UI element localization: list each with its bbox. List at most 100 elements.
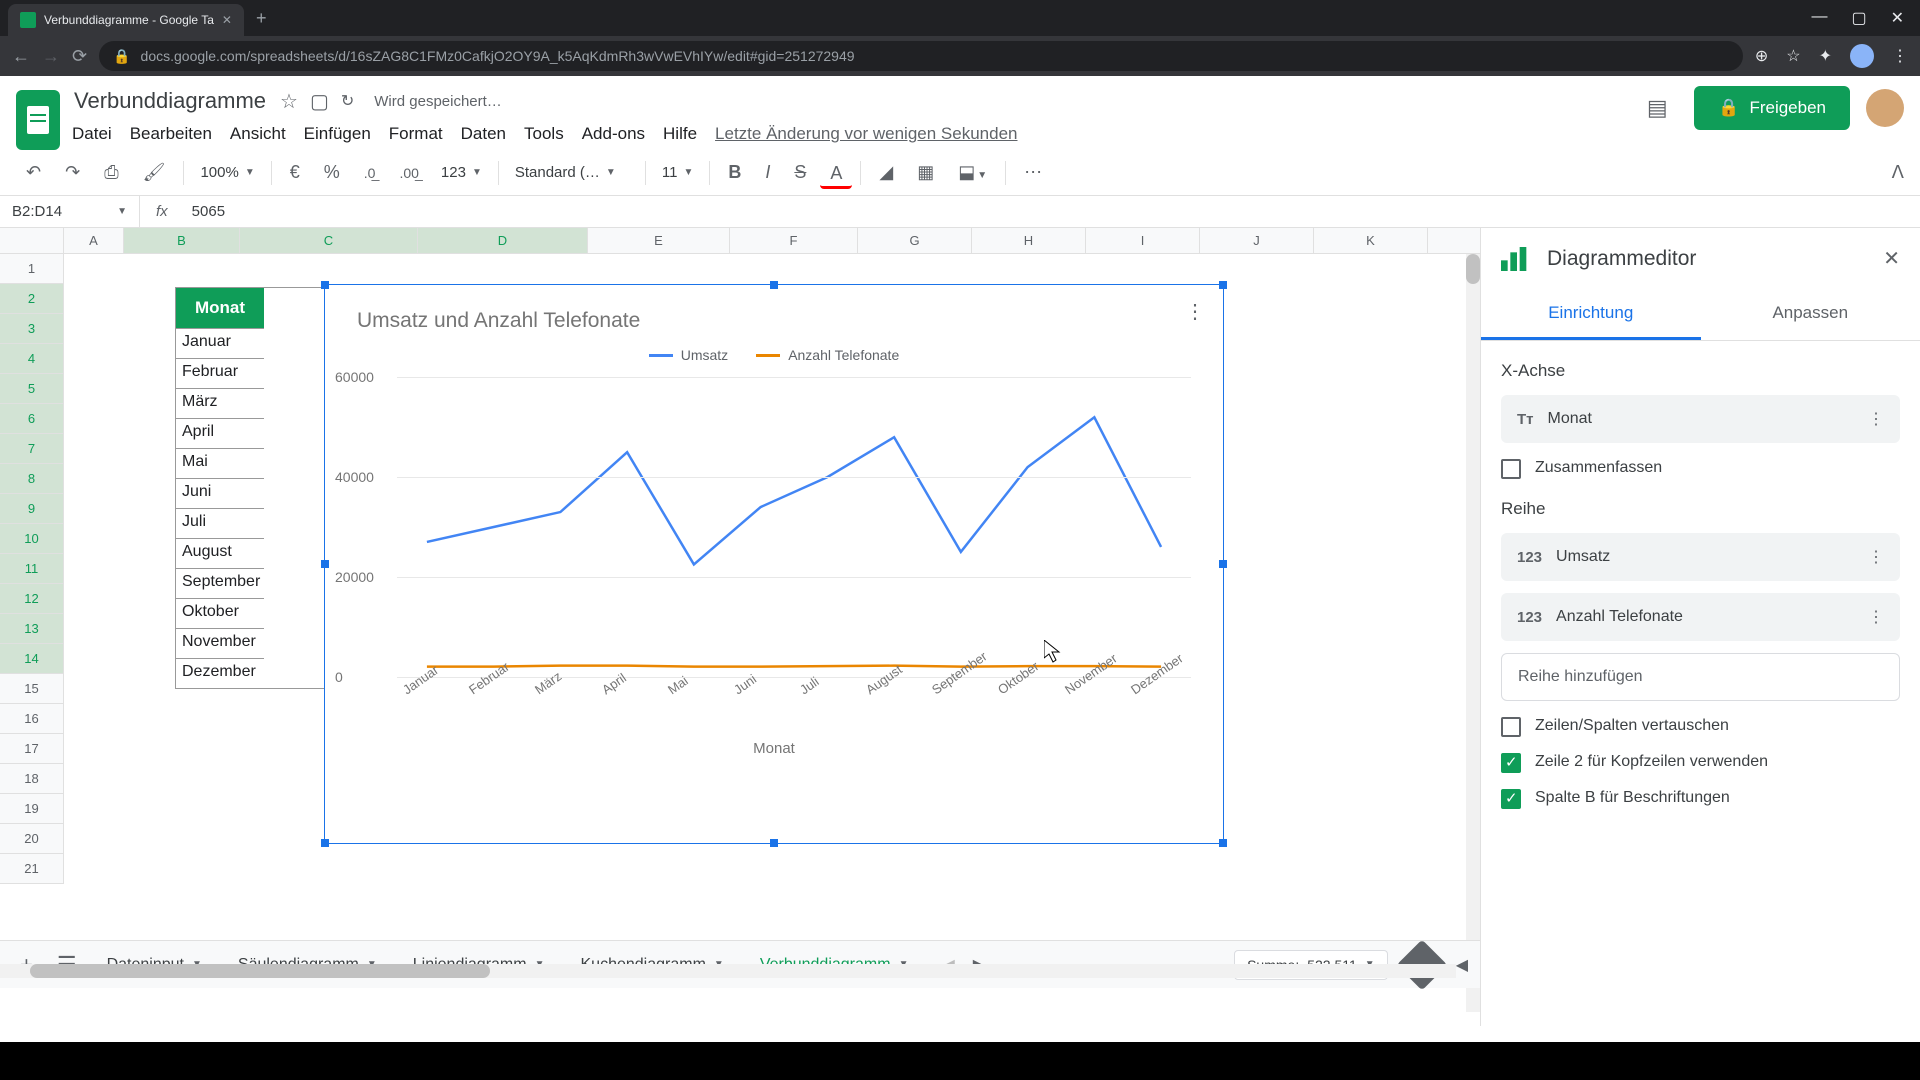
fontsize-select[interactable]: 11▼ [654, 160, 701, 185]
field-menu-icon[interactable]: ⋮ [1868, 547, 1884, 567]
checkbox-checked-icon[interactable] [1501, 789, 1521, 809]
table-cell[interactable]: November [176, 628, 264, 658]
row-header[interactable]: 13 [0, 614, 64, 644]
comments-button[interactable]: ▤ [1636, 87, 1678, 129]
redo-button[interactable]: ↷ [55, 156, 90, 189]
checkbox-icon[interactable] [1501, 717, 1521, 737]
resize-handle[interactable] [321, 839, 329, 847]
tab-customize[interactable]: Anpassen [1701, 289, 1920, 340]
last-edit-link[interactable]: Letzte Änderung vor wenigen Sekunden [715, 124, 1017, 144]
star-icon[interactable]: ☆ [280, 89, 298, 114]
table-cell[interactable]: August [176, 538, 264, 568]
print-button[interactable]: ⎙ [94, 156, 128, 189]
row-header[interactable]: 16 [0, 704, 64, 734]
font-select[interactable]: Standard (…▼ [507, 160, 637, 185]
column-header[interactable]: B [124, 228, 240, 253]
extensions-icon[interactable]: ✦ [1819, 46, 1832, 66]
browser-tab[interactable]: Verbunddiagramme - Google Ta ✕ [8, 4, 244, 36]
row-header[interactable]: 15 [0, 674, 64, 704]
row-header[interactable]: 19 [0, 794, 64, 824]
row-header[interactable]: 8 [0, 464, 64, 494]
spreadsheet-area[interactable]: ABCDEFGHIJK 1234567891011121314151617181… [0, 228, 1480, 1026]
forward-icon[interactable]: → [42, 46, 60, 67]
close-window-icon[interactable]: ✕ [1891, 8, 1904, 28]
add-series-button[interactable]: Reihe hinzufügen [1501, 653, 1900, 701]
back-icon[interactable]: ← [12, 46, 30, 67]
column-header[interactable]: H [972, 228, 1086, 253]
name-box[interactable]: B2:D14▼ [0, 196, 140, 227]
row-header[interactable]: 12 [0, 584, 64, 614]
vertical-scrollbar[interactable] [1466, 254, 1480, 1012]
select-all-corner[interactable] [0, 228, 64, 253]
row-header[interactable]: 1 [0, 254, 64, 284]
series-field-telefonate[interactable]: 123 Anzahl Telefonate ⋮ [1501, 593, 1900, 641]
grid-body[interactable]: Monat JanuarFebruarMärzAprilMaiJuniJuliA… [64, 254, 1480, 1026]
strikethrough-button[interactable]: S [784, 156, 816, 189]
menu-edit[interactable]: Bearbeiten [130, 124, 212, 144]
chart-menu-icon[interactable]: ⋮ [1185, 299, 1205, 324]
close-editor-icon[interactable]: ✕ [1883, 246, 1900, 271]
row-header[interactable]: 14 [0, 644, 64, 674]
column-header[interactable]: J [1200, 228, 1314, 253]
move-icon[interactable]: ▢ [310, 89, 329, 114]
row-header[interactable]: 21 [0, 854, 64, 884]
chart-object[interactable]: ⋮ Umsatz und Anzahl Telefonate Umsatz An… [324, 284, 1224, 844]
row-header[interactable]: 20 [0, 824, 64, 854]
column-header[interactable]: E [588, 228, 730, 253]
sheets-logo[interactable] [16, 90, 60, 150]
bold-button[interactable]: B [718, 156, 751, 189]
table-cell[interactable]: September [176, 568, 264, 598]
borders-button[interactable]: ▦ [907, 156, 944, 189]
row-header[interactable]: 5 [0, 374, 64, 404]
close-tab-icon[interactable]: ✕ [222, 13, 232, 27]
bookmark-icon[interactable]: ☆ [1786, 46, 1800, 66]
sidepanel-toggle-icon[interactable]: ◀ [1456, 955, 1468, 975]
zoom-icon[interactable]: ⊕ [1755, 46, 1768, 66]
menu-format[interactable]: Format [389, 124, 443, 144]
row-header[interactable]: 3 [0, 314, 64, 344]
aggregate-checkbox-row[interactable]: Zusammenfassen [1501, 459, 1900, 479]
horizontal-scrollbar[interactable] [0, 964, 1456, 978]
row-header[interactable]: 18 [0, 764, 64, 794]
series-field-umsatz[interactable]: 123 Umsatz ⋮ [1501, 533, 1900, 581]
row-header[interactable]: 4 [0, 344, 64, 374]
collapse-toolbar-button[interactable]: ᐱ [1892, 162, 1904, 183]
table-cell[interactable]: Dezember [176, 658, 264, 688]
resize-handle[interactable] [1219, 560, 1227, 568]
resize-handle[interactable] [321, 560, 329, 568]
number-format-select[interactable]: 123▼ [433, 160, 490, 185]
currency-button[interactable]: € [280, 156, 310, 189]
tab-setup[interactable]: Einrichtung [1481, 289, 1701, 340]
menu-tools[interactable]: Tools [524, 124, 564, 144]
column-header[interactable]: K [1314, 228, 1428, 253]
fill-color-button[interactable]: ◢ [869, 156, 903, 189]
table-cell[interactable]: Juni [176, 478, 264, 508]
row-header[interactable]: 7 [0, 434, 64, 464]
doc-title[interactable]: Verbunddiagramme [72, 86, 268, 116]
new-tab-button[interactable]: + [256, 8, 267, 29]
row-header[interactable]: 11 [0, 554, 64, 584]
menu-insert[interactable]: Einfügen [304, 124, 371, 144]
switch-rc-checkbox-row[interactable]: Zeilen/Spalten vertauschen [1501, 717, 1900, 737]
table-cell[interactable]: April [176, 418, 264, 448]
column-header[interactable]: D [418, 228, 588, 253]
row-header[interactable]: 17 [0, 734, 64, 764]
row-header[interactable]: 9 [0, 494, 64, 524]
menu-addons[interactable]: Add-ons [582, 124, 645, 144]
resize-handle[interactable] [770, 281, 778, 289]
minimize-icon[interactable]: — [1811, 8, 1827, 28]
resize-handle[interactable] [1219, 281, 1227, 289]
menu-file[interactable]: Datei [72, 124, 112, 144]
italic-button[interactable]: I [755, 156, 780, 189]
undo-button[interactable]: ↶ [16, 156, 51, 189]
zoom-select[interactable]: 100%▼ [192, 160, 262, 185]
resize-handle[interactable] [770, 839, 778, 847]
table-cell[interactable]: Juli [176, 508, 264, 538]
menu-data[interactable]: Daten [461, 124, 506, 144]
table-cell[interactable]: Januar [176, 328, 264, 358]
table-cell[interactable]: Oktober [176, 598, 264, 628]
increase-decimal-button[interactable]: .00̲ [389, 159, 428, 187]
column-header[interactable]: I [1086, 228, 1200, 253]
row-header[interactable]: 10 [0, 524, 64, 554]
resize-handle[interactable] [321, 281, 329, 289]
